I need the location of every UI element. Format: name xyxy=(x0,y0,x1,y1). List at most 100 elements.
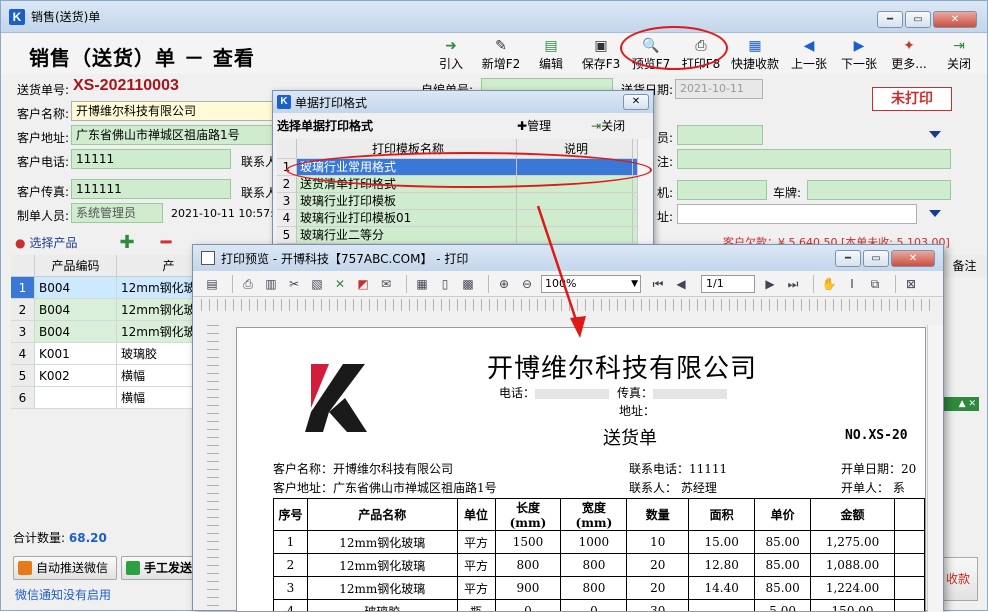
prev-label: 上一张 xyxy=(791,57,827,71)
cell xyxy=(895,600,925,612)
save-button[interactable]: ▣保存F3 xyxy=(576,37,626,72)
zoom-out-icon[interactable]: ⊖ xyxy=(518,276,536,292)
cell: 平方 xyxy=(457,531,495,554)
dialog-close-x-button[interactable]: ✕ xyxy=(623,94,649,110)
preview-title: 打印预览 - 开博科技【757ABC.COM】 - 打印 xyxy=(221,250,468,267)
manual-send-button[interactable]: 手工发送 xyxy=(121,556,197,580)
staff-input[interactable] xyxy=(677,125,763,145)
prev-page-icon[interactable]: ◀ xyxy=(672,276,690,292)
page-input[interactable]: 1/1 xyxy=(701,275,755,293)
edit-button[interactable]: ▤编辑 xyxy=(526,37,576,72)
preview-close-button[interactable]: ✕ xyxy=(891,250,935,267)
auto-wechat-button[interactable]: 自动推送微信 xyxy=(13,556,117,580)
exit-icon: ⇥ xyxy=(591,119,601,133)
close-preview-icon[interactable]: ⊠ xyxy=(902,276,920,292)
close-window-button[interactable]: ✕ xyxy=(933,11,977,28)
preview-scrollbar[interactable] xyxy=(927,325,943,612)
maximize-button[interactable]: ▭ xyxy=(905,11,931,28)
page-setup-icon[interactable]: ▦ xyxy=(413,276,431,292)
table-row[interactable]: 4K001玻璃胶 xyxy=(11,343,221,365)
cell: 1,224.00 xyxy=(811,577,895,600)
note-input[interactable] xyxy=(677,149,951,169)
close-button[interactable]: ⇥关闭 xyxy=(934,37,984,72)
company-logo xyxy=(299,358,369,434)
minimize-button[interactable]: ━ xyxy=(877,11,903,28)
delivery-row: 212mm钢化玻璃平方8008002012.8085.001,088.00 xyxy=(274,554,925,577)
new-button[interactable]: ✎新增F2 xyxy=(476,37,526,72)
quick-payment-button[interactable]: ▦快捷收款 xyxy=(726,37,784,72)
redacted-phone xyxy=(535,389,609,399)
cell: 800 xyxy=(495,554,561,577)
first-page-icon[interactable]: ⏮ xyxy=(649,276,667,292)
multi-page-icon[interactable]: ▩ xyxy=(459,276,477,292)
import-button[interactable]: ➜引入 xyxy=(426,37,476,72)
dialog-close-button[interactable]: ⇥关闭 xyxy=(591,117,625,134)
template-row[interactable]: 3玻璃行业打印模板 xyxy=(277,193,653,210)
new-label: 新增F2 xyxy=(482,57,521,71)
template-row[interactable]: 4玻璃行业打印模板01 xyxy=(277,210,653,227)
customer-name-input[interactable]: 开博维尔科技有限公司 xyxy=(71,101,281,121)
template-row[interactable]: 5玻璃行业二等分 xyxy=(277,227,653,244)
cell: 150.00 xyxy=(811,600,895,612)
table-row[interactable]: 5K002横幅 xyxy=(11,365,221,387)
add-row-icon[interactable]: ✚ xyxy=(120,232,135,253)
fax-line: 传真： xyxy=(617,384,727,401)
next-page-icon[interactable]: ▶ xyxy=(761,276,779,292)
addr2-label: 址: xyxy=(657,208,673,225)
row-code: B004 xyxy=(35,299,117,320)
next-icon: ▶ xyxy=(834,37,884,55)
zoom-in-icon[interactable]: ⊕ xyxy=(495,276,513,292)
customer-fax-label: 客户传真: xyxy=(17,183,69,200)
table-row[interactable]: 6横幅 xyxy=(11,387,221,409)
export-excel-icon[interactable]: ✕ xyxy=(331,276,349,292)
book-icon[interactable]: ▥ xyxy=(262,276,280,292)
single-page-icon[interactable]: ▯ xyxy=(436,276,454,292)
delivery-date-input[interactable]: 2021-10-11 xyxy=(675,79,763,99)
template-name: 玻璃行业二等分 xyxy=(297,227,517,243)
divider xyxy=(813,275,814,293)
tools-icon[interactable]: ✂ xyxy=(285,276,303,292)
table-row[interactable]: 3B00412mm钢化玻璃 xyxy=(11,321,221,343)
customer-fax-input[interactable]: 111111 xyxy=(71,179,231,199)
collect-button[interactable]: 收款 xyxy=(938,557,978,601)
more-button[interactable]: ✦更多... xyxy=(884,37,934,72)
fax-label: 传真： xyxy=(617,386,653,400)
manage-button[interactable]: ✚管理 xyxy=(517,117,551,134)
cell: 85.00 xyxy=(755,577,811,600)
cell: 900 xyxy=(495,577,561,600)
mail-icon[interactable]: ✉ xyxy=(377,276,395,292)
table-row[interactable]: 1B00412mm钢化玻璃 xyxy=(11,277,221,299)
dropdown-arrow-icon-2[interactable] xyxy=(929,210,941,217)
open-icon[interactable]: ▧ xyxy=(308,276,326,292)
vehicle-select[interactable] xyxy=(807,180,951,200)
th-product: 产品名称 xyxy=(307,499,457,531)
addr2-select[interactable] xyxy=(677,204,917,224)
remove-row-icon[interactable]: ━ xyxy=(161,232,172,253)
copy-icon[interactable]: ⧉ xyxy=(866,276,884,292)
export-pdf-icon[interactable]: ◩ xyxy=(354,276,372,292)
next-button[interactable]: ▶下一张 xyxy=(834,37,884,72)
layout-icon[interactable]: ▤ xyxy=(203,276,221,292)
table-row[interactable]: 2B00412mm钢化玻璃 xyxy=(11,299,221,321)
hand-icon[interactable]: ✋ xyxy=(820,276,838,292)
preview-maximize-button[interactable]: ▭ xyxy=(863,250,889,267)
panel-controls[interactable]: ▲ ✕ xyxy=(941,397,979,411)
last-page-icon[interactable]: ⏭ xyxy=(784,276,802,292)
th-area: 面积 xyxy=(689,499,755,531)
row-num: 2 xyxy=(277,176,297,192)
template-scrollbar[interactable] xyxy=(637,139,653,257)
customer-addr-input[interactable]: 广东省佛山市禅城区祖庙路1号 xyxy=(71,125,281,145)
prev-button[interactable]: ◀上一张 xyxy=(784,37,834,72)
text-select-icon[interactable]: Ⅰ xyxy=(843,276,861,292)
dialog-title: 单据打印格式 xyxy=(295,94,367,111)
cell: 0 xyxy=(495,600,561,612)
cell: 1,275.00 xyxy=(811,531,895,554)
machine-select[interactable] xyxy=(677,180,767,200)
zoom-select[interactable]: 100% xyxy=(541,275,641,293)
select-product-link[interactable]: 选择产品 xyxy=(29,234,77,251)
dropdown-arrow-icon[interactable] xyxy=(929,131,941,138)
printer-icon[interactable]: ⎙ xyxy=(239,276,257,292)
customer-phone-input[interactable]: 11111 xyxy=(71,149,231,169)
cell xyxy=(895,577,925,600)
preview-minimize-button[interactable]: ━ xyxy=(835,250,861,267)
